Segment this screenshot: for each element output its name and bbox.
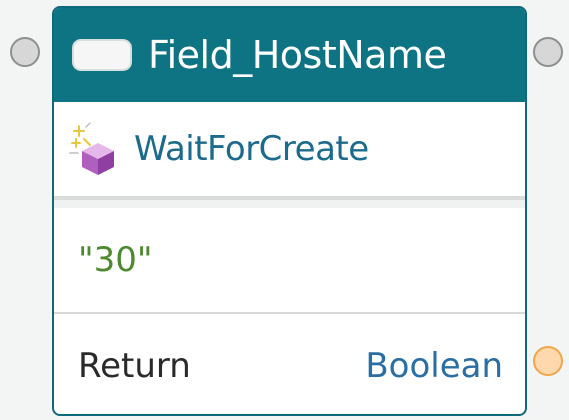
return-value-port[interactable] bbox=[533, 346, 563, 376]
field-pill-icon bbox=[72, 39, 132, 71]
node-title: Field_HostName bbox=[148, 33, 447, 77]
return-label: Return bbox=[78, 346, 191, 386]
return-row: Return Boolean bbox=[54, 314, 525, 414]
workflow-canvas: Field_HostName WaitForCreate "30" Return… bbox=[0, 0, 569, 420]
return-type: Boolean bbox=[365, 346, 503, 386]
output-exec-port[interactable] bbox=[533, 37, 563, 67]
field-node[interactable]: Field_HostName WaitForCreate "30" Return… bbox=[52, 6, 527, 416]
method-row[interactable]: WaitForCreate bbox=[54, 102, 525, 200]
method-name: WaitForCreate bbox=[134, 129, 369, 169]
section-divider bbox=[54, 200, 525, 208]
parameter-value[interactable]: "30" bbox=[78, 240, 153, 280]
node-header[interactable]: Field_HostName bbox=[54, 8, 525, 102]
input-exec-port[interactable] bbox=[10, 37, 40, 67]
method-cube-sparkle-icon bbox=[69, 122, 114, 175]
parameter-row[interactable]: "30" bbox=[54, 208, 525, 314]
